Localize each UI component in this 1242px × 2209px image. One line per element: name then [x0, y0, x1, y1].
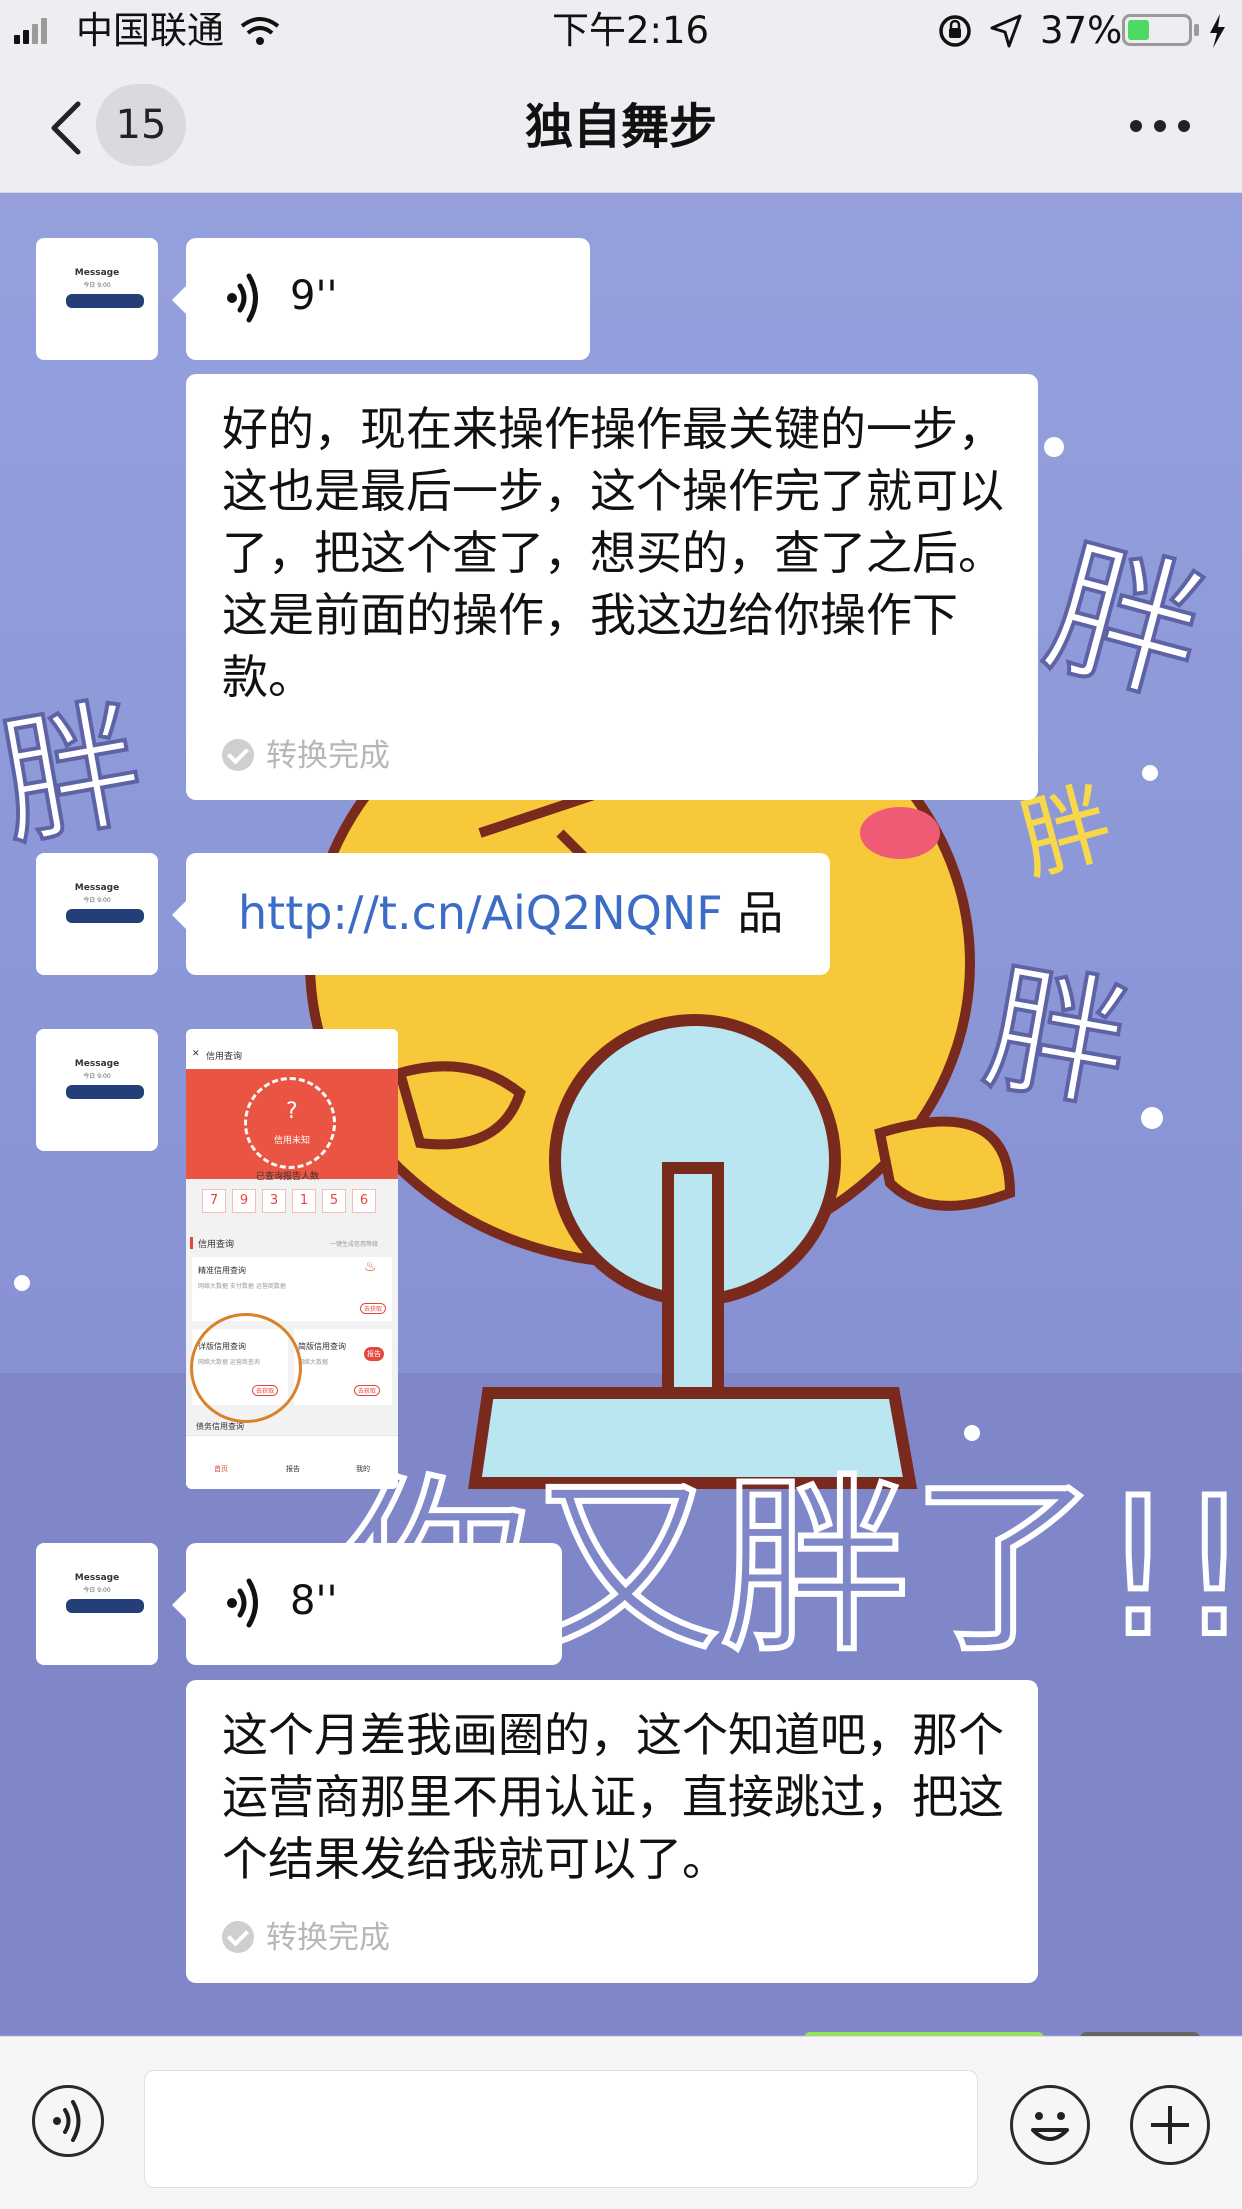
transcript-text: 好的，现在来操作操作最关键的一步，这也是最后一步，这个操作完了就可以了，把这个查… [222, 402, 1004, 704]
contact-avatar[interactable]: Message 今日 9:00 [36, 1029, 158, 1151]
screenshot-header: ✕ 信用查询 [186, 1029, 398, 1069]
contact-avatar[interactable]: Message 今日 9:00 [36, 238, 158, 360]
message-link[interactable]: http://t.cn/AiQ2NQNF [238, 886, 723, 940]
voice-message-bubble[interactable]: 9'' [172, 238, 590, 360]
transcript-status: 转换完成 [222, 1916, 390, 1960]
status-bar: 中国联通 下午2:16 37% [0, 0, 1242, 62]
screenshot-digit: 1 [292, 1189, 316, 1213]
wifi-icon [240, 17, 280, 45]
battery-fill [1128, 20, 1149, 40]
transcript-status: 转换完成 [222, 734, 390, 778]
unread-count-badge[interactable]: 15 [96, 84, 186, 166]
carrier-label: 中国联通 [76, 9, 224, 52]
check-circle-icon [222, 738, 254, 771]
voice-transcript-bubble[interactable]: 好的，现在来操作操作最关键的一步，这也是最后一步，这个操作完了就可以了，把这个查… [186, 374, 1038, 800]
link-message-bubble: http://t.cn/AiQ2NQNF 品 [172, 853, 830, 975]
link-suffix: 品 [722, 886, 784, 940]
voice-wave-icon [227, 1578, 258, 1628]
voice-message-bubble[interactable]: 8'' [172, 1543, 562, 1665]
screenshot-digit: 3 [262, 1189, 286, 1213]
sticker-glyph-2: 胖 [0, 682, 154, 867]
emoji-button[interactable] [1010, 2085, 1090, 2165]
signal-bars-icon [14, 18, 47, 44]
screenshot-credit-banner: ? 信用未知 [186, 1069, 398, 1179]
back-button[interactable] [44, 100, 88, 156]
screenshot-digit: 7 [202, 1189, 226, 1213]
emoji-icon [1031, 2112, 1069, 2141]
battery-percent: 37% [1040, 9, 1123, 52]
more-actions-button[interactable] [1130, 2085, 1210, 2165]
voice-mode-icon [53, 2100, 81, 2142]
sticker-glyph-4: 胖 [974, 946, 1140, 1131]
contact-avatar[interactable]: Message 今日 9:00 [36, 853, 158, 975]
voice-wave-icon [227, 273, 258, 323]
rotation-lock-icon [939, 15, 971, 47]
hand-drawn-circle [190, 1313, 302, 1423]
charging-bolt-icon [1210, 14, 1225, 48]
screenshot-tabbar: 首页 报告 我的 [186, 1435, 398, 1489]
sticker-glyph-1: 胖 [1031, 520, 1221, 727]
battery-icon [1122, 14, 1192, 46]
check-circle-icon [222, 1920, 254, 1953]
contact-avatar[interactable]: Message 今日 9:00 [36, 1543, 158, 1665]
voice-duration: 9'' [290, 273, 338, 319]
voice-duration: 8'' [290, 1578, 338, 1624]
transcript-text: 这个月差我画圈的，这个知道吧，那个运营商那里不用认证，直接跳过，把这个结果发给我… [222, 1708, 1004, 1886]
input-bar [0, 2036, 1242, 2209]
image-message[interactable]: ✕ 信用查询 ? 信用未知 已查询报告人数 信用查询 一键生成信用等级 精准信用… [186, 1029, 398, 1489]
voice-mode-button[interactable] [32, 2085, 104, 2157]
clock: 下午2:16 [552, 9, 710, 52]
nav-bar: 15 独自舞步 [0, 62, 1242, 193]
location-arrow-icon [990, 14, 1022, 48]
voice-transcript-bubble[interactable]: 这个月差我画圈的，这个知道吧，那个运营商那里不用认证，直接跳过，把这个结果发给我… [186, 1680, 1038, 1983]
screenshot-digit: 6 [352, 1189, 376, 1213]
more-dots-icon[interactable] [1128, 116, 1192, 136]
battery-cap [1194, 24, 1199, 36]
screenshot-digit: 5 [322, 1189, 346, 1213]
plus-icon [1151, 2106, 1189, 2144]
page-title: 独自舞步 [524, 99, 717, 155]
screenshot-digit: 9 [232, 1189, 256, 1213]
message-input[interactable] [144, 2070, 978, 2188]
